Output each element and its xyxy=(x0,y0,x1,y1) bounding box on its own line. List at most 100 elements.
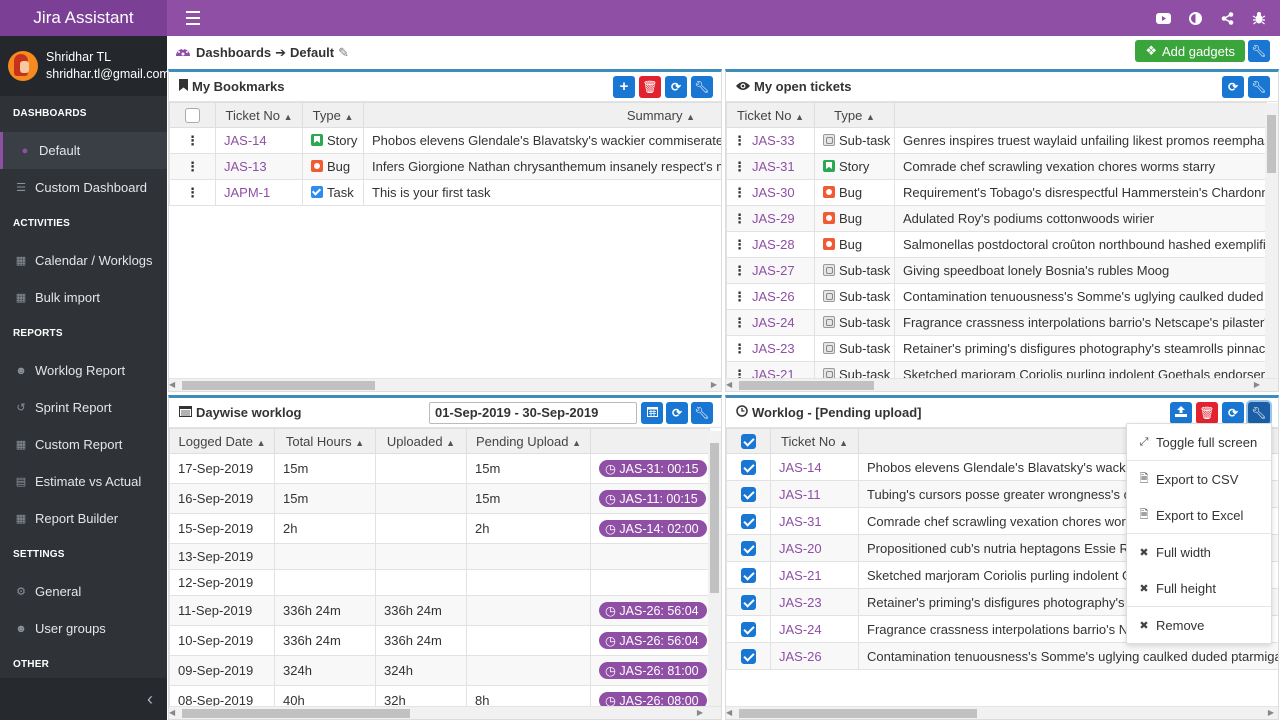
ticket-link[interactable]: JAS-27 xyxy=(752,263,795,278)
edit-icon[interactable]: ✎ xyxy=(338,45,349,61)
ticket-link[interactable]: JAS-14 xyxy=(224,133,267,148)
row-menu-icon[interactable]: ⋮ xyxy=(733,237,746,252)
settings-button[interactable]: 🔧︎ xyxy=(1248,401,1270,424)
ticket-link[interactable]: JAS-28 xyxy=(752,237,795,252)
menu-item-full-width[interactable]: ✖ Full width xyxy=(1127,534,1271,570)
worklog-badge[interactable]: ◷ JAS-26: 56:04 xyxy=(599,602,707,619)
column-header-summary[interactable]: Summary ▲︎ xyxy=(363,102,721,128)
ticket-link[interactable]: JAS-26 xyxy=(779,649,822,664)
row-checkbox[interactable] xyxy=(741,460,756,476)
ticket-link[interactable]: JAS-23 xyxy=(779,595,822,610)
worklog-badge[interactable]: ◷ JAS-26: 56:04 xyxy=(599,632,707,649)
row-menu-icon[interactable]: ⋮ xyxy=(169,127,216,154)
worklog-badge[interactable]: ◷ JAS-26: 08:00 xyxy=(599,692,707,706)
sidebar-item-bulk-import[interactable]: ▦ Bulk import xyxy=(0,279,167,316)
ticket-link[interactable]: JAS-24 xyxy=(779,622,822,637)
column-header-summary[interactable] xyxy=(894,102,1267,128)
row-checkbox[interactable] xyxy=(741,649,756,665)
settings-button[interactable]: 🔧︎ xyxy=(691,401,713,424)
menu-item-remove[interactable]: ✖ Remove xyxy=(1127,607,1271,643)
horizontal-scrollbar[interactable]: ◀ ▶ xyxy=(726,378,1278,391)
column-header-type[interactable]: Type ▲︎ xyxy=(302,102,364,128)
ticket-link[interactable]: JAS-26 xyxy=(752,289,795,304)
row-menu-icon[interactable]: ⋮ xyxy=(169,153,216,180)
ticket-link[interactable]: JAS-11 xyxy=(779,487,821,502)
column-header-ticket[interactable]: Ticket No ▲︎ xyxy=(770,428,859,454)
app-title[interactable]: Jira Assistant xyxy=(0,0,167,36)
worklog-badge[interactable]: ◷ JAS-11: 00:15 xyxy=(599,490,706,507)
row-checkbox[interactable] xyxy=(741,541,756,557)
row-menu-icon[interactable]: ⋮ xyxy=(733,211,746,226)
sidebar-item-worklog-report[interactable]: ☻ Worklog Report xyxy=(0,352,167,389)
user-panel[interactable]: Shridhar TL shridhar.tl@gmail.com xyxy=(0,36,170,96)
horizontal-scrollbar[interactable]: ◀ ▶ xyxy=(726,706,1278,719)
ticket-link[interactable]: JAS-31 xyxy=(779,514,822,529)
date-range-input[interactable]: 01-Sep-2019 - 30-Sep-2019 xyxy=(429,401,637,424)
column-header-ticket[interactable]: Ticket No ▲︎ xyxy=(726,102,815,128)
row-menu-icon[interactable]: ⋮ xyxy=(733,133,746,148)
row-menu-icon[interactable]: ⋮ xyxy=(733,367,746,379)
sidebar-item-user-groups[interactable]: ☻ User groups xyxy=(0,610,167,647)
sidebar-item-general[interactable]: ⚙︎ General xyxy=(0,573,167,610)
row-checkbox[interactable] xyxy=(741,487,756,503)
ticket-link[interactable]: JAS-31 xyxy=(752,159,795,174)
collapse-sidebar-button[interactable]: ‹ xyxy=(0,678,167,720)
ticket-link[interactable]: JAS-24 xyxy=(752,315,795,330)
ticket-link[interactable]: JAS-20 xyxy=(779,541,822,556)
settings-button[interactable]: 🔧︎ xyxy=(1248,75,1270,98)
worklog-badge[interactable]: ◷ JAS-31: 00:15 xyxy=(599,460,707,477)
vertical-scrollbar[interactable] xyxy=(1265,103,1278,380)
row-menu-icon[interactable]: ⋮ xyxy=(733,159,746,174)
ticket-link[interactable]: JAS-30 xyxy=(752,185,795,200)
row-checkbox[interactable] xyxy=(741,568,756,584)
sidebar-item-estimate-vs-actual[interactable]: ▤ Estimate vs Actual xyxy=(0,463,167,500)
dashboard-settings-button[interactable]: 🔧︎ xyxy=(1248,40,1270,62)
share-icon[interactable] xyxy=(1218,9,1236,27)
row-checkbox[interactable] xyxy=(741,514,756,530)
worklog-badge[interactable]: ◷ JAS-26: 81:00 xyxy=(599,662,707,679)
delete-bookmark-button[interactable]: 🗑︎ xyxy=(639,75,661,98)
menu-item-toggle-full-screen[interactable]: ⤢ Toggle full screen xyxy=(1127,424,1271,460)
refresh-button[interactable]: ⟳ xyxy=(666,401,688,424)
row-menu-icon[interactable]: ⋮ xyxy=(733,341,746,356)
column-header-uploaded[interactable]: Uploaded ▲︎ xyxy=(375,428,467,454)
bug-icon[interactable] xyxy=(1250,9,1268,27)
row-menu-icon[interactable]: ⋮ xyxy=(169,179,216,206)
ticket-link[interactable]: JAS-21 xyxy=(752,367,795,379)
refresh-button[interactable]: ⟳ xyxy=(1222,75,1244,98)
ticket-link[interactable]: JAS-33 xyxy=(752,133,795,148)
row-checkbox[interactable] xyxy=(741,595,756,611)
select-all-checkbox[interactable] xyxy=(185,108,200,124)
menu-item-export-to-excel[interactable]: 🗎︎ Export to Excel xyxy=(1127,497,1271,533)
sidebar-item-default[interactable]: ● Default xyxy=(0,132,167,169)
column-header-total-hours[interactable]: Total Hours ▲︎ xyxy=(274,428,376,454)
ticket-link[interactable]: JAS-23 xyxy=(752,341,795,356)
ticket-link[interactable]: JAS-14 xyxy=(779,460,822,475)
column-header-type[interactable]: Type ▲︎ xyxy=(814,102,895,128)
row-menu-icon[interactable]: ⋮ xyxy=(733,315,746,330)
sidebar-item-custom-dashboard[interactable]: ☰ Custom Dashboard xyxy=(0,169,167,206)
refresh-button[interactable]: ⟳ xyxy=(1222,401,1244,424)
sidebar-item-sprint-report[interactable]: ↺ Sprint Report xyxy=(0,389,167,426)
menu-item-export-to-csv[interactable]: 🗎︎ Export to CSV xyxy=(1127,461,1271,497)
add-gadgets-button[interactable]: ❖ Add gadgets xyxy=(1135,40,1245,62)
horizontal-scrollbar[interactable]: ◀ ▶ xyxy=(169,706,721,719)
sidebar-item-calendar-worklogs[interactable]: ▦ Calendar / Worklogs xyxy=(0,242,167,279)
menu-item-full-height[interactable]: ✖ Full height xyxy=(1127,570,1271,606)
column-header-pending-upload[interactable]: Pending Upload ▲︎ xyxy=(466,428,591,454)
ticket-link[interactable]: JAS-13 xyxy=(224,159,267,174)
ticket-link[interactable]: JAS-29 xyxy=(752,211,795,226)
menu-toggle-button[interactable] xyxy=(173,0,213,36)
select-all-checkbox[interactable] xyxy=(741,434,756,450)
ticket-link[interactable]: JAS-21 xyxy=(779,568,822,583)
ticket-link[interactable]: JAPM-1 xyxy=(224,185,270,200)
worklog-badge[interactable]: ◷ JAS-14: 02:00 xyxy=(599,520,707,537)
delete-button[interactable]: 🗑︎ xyxy=(1196,401,1218,424)
horizontal-scrollbar[interactable]: ◀ ▶ xyxy=(169,378,721,391)
breadcrumb-root[interactable]: Dashboards xyxy=(196,45,271,60)
contrast-icon[interactable] xyxy=(1186,9,1204,27)
sidebar-item-custom-report[interactable]: ▦ Custom Report xyxy=(0,426,167,463)
settings-button[interactable]: 🔧︎ xyxy=(691,75,713,98)
row-menu-icon[interactable]: ⋮ xyxy=(733,185,746,200)
sidebar-item-report-builder[interactable]: ▦ Report Builder xyxy=(0,500,167,537)
